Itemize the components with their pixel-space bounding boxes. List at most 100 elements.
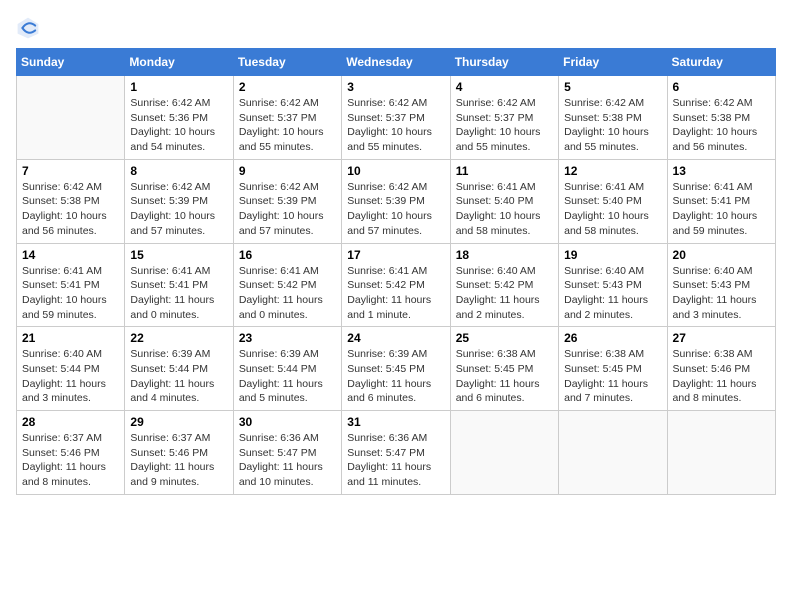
cell-date-number: 17 <box>347 248 444 262</box>
cell-date-number: 6 <box>673 80 770 94</box>
calendar-cell: 27 Sunrise: 6:38 AMSunset: 5:46 PMDayligh… <box>667 327 775 411</box>
calendar-cell: 25Sunrise: 6:38 AMSunset: 5:45 PMDayligh… <box>450 327 558 411</box>
cell-date-number: 27 <box>673 331 770 345</box>
calendar-week-row: 1 Sunrise: 6:42 AMSunset: 5:36 PMDaylight… <box>17 76 776 160</box>
cell-info-text: Sunrise: 6:41 AMSunset: 5:40 PMDaylight:… <box>564 180 661 239</box>
cell-info-text: Sunrise: 6:40 AMSunset: 5:44 PMDaylight:… <box>22 347 119 406</box>
cell-date-number: 20 <box>673 248 770 262</box>
calendar-cell <box>17 76 125 160</box>
calendar-week-row: 7 Sunrise: 6:42 AMSunset: 5:38 PMDaylight… <box>17 159 776 243</box>
cell-date-number: 26 <box>564 331 661 345</box>
calendar-day-header: Saturday <box>667 49 775 76</box>
cell-date-number: 19 <box>564 248 661 262</box>
cell-info-text: Sunrise: 6:40 AMSunset: 5:43 PMDaylight:… <box>564 264 661 323</box>
calendar-table: SundayMondayTuesdayWednesdayThursdayFrid… <box>16 48 776 495</box>
cell-info-text: Sunrise: 6:42 AMSunset: 5:39 PMDaylight:… <box>347 180 444 239</box>
calendar-cell <box>450 411 558 495</box>
calendar-cell: 18 Sunrise: 6:40 AMSunset: 5:42 PMDayligh… <box>450 243 558 327</box>
cell-info-text: Sunrise: 6:42 AMSunset: 5:39 PMDaylight:… <box>239 180 336 239</box>
cell-date-number: 8 <box>130 164 227 178</box>
cell-date-number: 10 <box>347 164 444 178</box>
calendar-cell: 8 Sunrise: 6:42 AMSunset: 5:39 PMDaylight… <box>125 159 233 243</box>
logo-icon <box>16 16 40 40</box>
logo <box>16 16 44 40</box>
calendar-cell <box>559 411 667 495</box>
cell-date-number: 1 <box>130 80 227 94</box>
page-header <box>16 16 776 40</box>
calendar-cell: 21 Sunrise: 6:40 AMSunset: 5:44 PMDayligh… <box>17 327 125 411</box>
cell-date-number: 7 <box>22 164 119 178</box>
cell-date-number: 30 <box>239 415 336 429</box>
calendar-cell: 19 Sunrise: 6:40 AMSunset: 5:43 PMDayligh… <box>559 243 667 327</box>
calendar-cell: 24 Sunrise: 6:39 AMSunset: 5:45 PMDayligh… <box>342 327 450 411</box>
calendar-cell: 4Sunrise: 6:42 AMSunset: 5:37 PMDaylight… <box>450 76 558 160</box>
calendar-cell <box>667 411 775 495</box>
calendar-cell: 1 Sunrise: 6:42 AMSunset: 5:36 PMDaylight… <box>125 76 233 160</box>
cell-date-number: 9 <box>239 164 336 178</box>
cell-date-number: 23 <box>239 331 336 345</box>
calendar-cell: 2 Sunrise: 6:42 AMSunset: 5:37 PMDaylight… <box>233 76 341 160</box>
calendar-cell: 30 Sunrise: 6:36 AMSunset: 5:47 PMDayligh… <box>233 411 341 495</box>
calendar-cell: 29 Sunrise: 6:37 AMSunset: 5:46 PMDayligh… <box>125 411 233 495</box>
cell-date-number: 21 <box>22 331 119 345</box>
calendar-day-header: Tuesday <box>233 49 341 76</box>
calendar-cell: 31Sunrise: 6:36 AMSunset: 5:47 PMDayligh… <box>342 411 450 495</box>
cell-info-text: Sunrise: 6:41 AMSunset: 5:40 PMDaylight:… <box>456 180 553 239</box>
calendar-cell: 13 Sunrise: 6:41 AMSunset: 5:41 PMDayligh… <box>667 159 775 243</box>
calendar-cell: 3 Sunrise: 6:42 AMSunset: 5:37 PMDaylight… <box>342 76 450 160</box>
cell-info-text: Sunrise: 6:41 AMSunset: 5:42 PMDaylight:… <box>239 264 336 323</box>
calendar-cell: 28Sunrise: 6:37 AMSunset: 5:46 PMDayligh… <box>17 411 125 495</box>
cell-info-text: Sunrise: 6:42 AMSunset: 5:37 PMDaylight:… <box>239 96 336 155</box>
cell-date-number: 2 <box>239 80 336 94</box>
cell-info-text: Sunrise: 6:39 AMSunset: 5:45 PMDaylight:… <box>347 347 444 406</box>
cell-date-number: 22 <box>130 331 227 345</box>
cell-info-text: Sunrise: 6:42 AMSunset: 5:37 PMDaylight:… <box>347 96 444 155</box>
cell-info-text: Sunrise: 6:42 AMSunset: 5:39 PMDaylight:… <box>130 180 227 239</box>
cell-info-text: Sunrise: 6:36 AMSunset: 5:47 PMDaylight:… <box>239 431 336 490</box>
calendar-week-row: 21 Sunrise: 6:40 AMSunset: 5:44 PMDayligh… <box>17 327 776 411</box>
calendar-header-row: SundayMondayTuesdayWednesdayThursdayFrid… <box>17 49 776 76</box>
cell-date-number: 13 <box>673 164 770 178</box>
calendar-day-header: Wednesday <box>342 49 450 76</box>
cell-info-text: Sunrise: 6:41 AMSunset: 5:41 PMDaylight:… <box>22 264 119 323</box>
calendar-cell: 6 Sunrise: 6:42 AMSunset: 5:38 PMDaylight… <box>667 76 775 160</box>
cell-info-text: Sunrise: 6:41 AMSunset: 5:42 PMDaylight:… <box>347 264 444 323</box>
cell-date-number: 12 <box>564 164 661 178</box>
cell-info-text: Sunrise: 6:40 AMSunset: 5:42 PMDaylight:… <box>456 264 553 323</box>
calendar-cell: 11 Sunrise: 6:41 AMSunset: 5:40 PMDayligh… <box>450 159 558 243</box>
calendar-cell: 9 Sunrise: 6:42 AMSunset: 5:39 PMDaylight… <box>233 159 341 243</box>
cell-date-number: 14 <box>22 248 119 262</box>
calendar-week-row: 14 Sunrise: 6:41 AMSunset: 5:41 PMDayligh… <box>17 243 776 327</box>
cell-date-number: 3 <box>347 80 444 94</box>
calendar-cell: 5 Sunrise: 6:42 AMSunset: 5:38 PMDaylight… <box>559 76 667 160</box>
cell-info-text: Sunrise: 6:38 AMSunset: 5:45 PMDaylight:… <box>456 347 553 406</box>
calendar-cell: 16 Sunrise: 6:41 AMSunset: 5:42 PMDayligh… <box>233 243 341 327</box>
cell-info-text: Sunrise: 6:42 AMSunset: 5:38 PMDaylight:… <box>673 96 770 155</box>
cell-date-number: 15 <box>130 248 227 262</box>
calendar-cell: 7 Sunrise: 6:42 AMSunset: 5:38 PMDaylight… <box>17 159 125 243</box>
calendar-cell: 22Sunrise: 6:39 AMSunset: 5:44 PMDayligh… <box>125 327 233 411</box>
cell-date-number: 24 <box>347 331 444 345</box>
cell-info-text: Sunrise: 6:41 AMSunset: 5:41 PMDaylight:… <box>673 180 770 239</box>
cell-date-number: 4 <box>456 80 553 94</box>
cell-date-number: 16 <box>239 248 336 262</box>
calendar-cell: 12 Sunrise: 6:41 AMSunset: 5:40 PMDayligh… <box>559 159 667 243</box>
cell-info-text: Sunrise: 6:42 AMSunset: 5:38 PMDaylight:… <box>564 96 661 155</box>
calendar-week-row: 28Sunrise: 6:37 AMSunset: 5:46 PMDayligh… <box>17 411 776 495</box>
cell-info-text: Sunrise: 6:42 AMSunset: 5:36 PMDaylight:… <box>130 96 227 155</box>
cell-info-text: Sunrise: 6:41 AMSunset: 5:41 PMDaylight:… <box>130 264 227 323</box>
cell-info-text: Sunrise: 6:38 AMSunset: 5:46 PMDaylight:… <box>673 347 770 406</box>
cell-info-text: Sunrise: 6:39 AMSunset: 5:44 PMDaylight:… <box>239 347 336 406</box>
cell-info-text: Sunrise: 6:42 AMSunset: 5:38 PMDaylight:… <box>22 180 119 239</box>
cell-date-number: 18 <box>456 248 553 262</box>
cell-info-text: Sunrise: 6:38 AMSunset: 5:45 PMDaylight:… <box>564 347 661 406</box>
cell-date-number: 5 <box>564 80 661 94</box>
calendar-cell: 26 Sunrise: 6:38 AMSunset: 5:45 PMDayligh… <box>559 327 667 411</box>
calendar-cell: 15 Sunrise: 6:41 AMSunset: 5:41 PMDayligh… <box>125 243 233 327</box>
cell-date-number: 29 <box>130 415 227 429</box>
calendar-day-header: Sunday <box>17 49 125 76</box>
cell-date-number: 11 <box>456 164 553 178</box>
calendar-body: 1 Sunrise: 6:42 AMSunset: 5:36 PMDaylight… <box>17 76 776 495</box>
calendar-cell: 20Sunrise: 6:40 AMSunset: 5:43 PMDayligh… <box>667 243 775 327</box>
cell-info-text: Sunrise: 6:37 AMSunset: 5:46 PMDaylight:… <box>130 431 227 490</box>
